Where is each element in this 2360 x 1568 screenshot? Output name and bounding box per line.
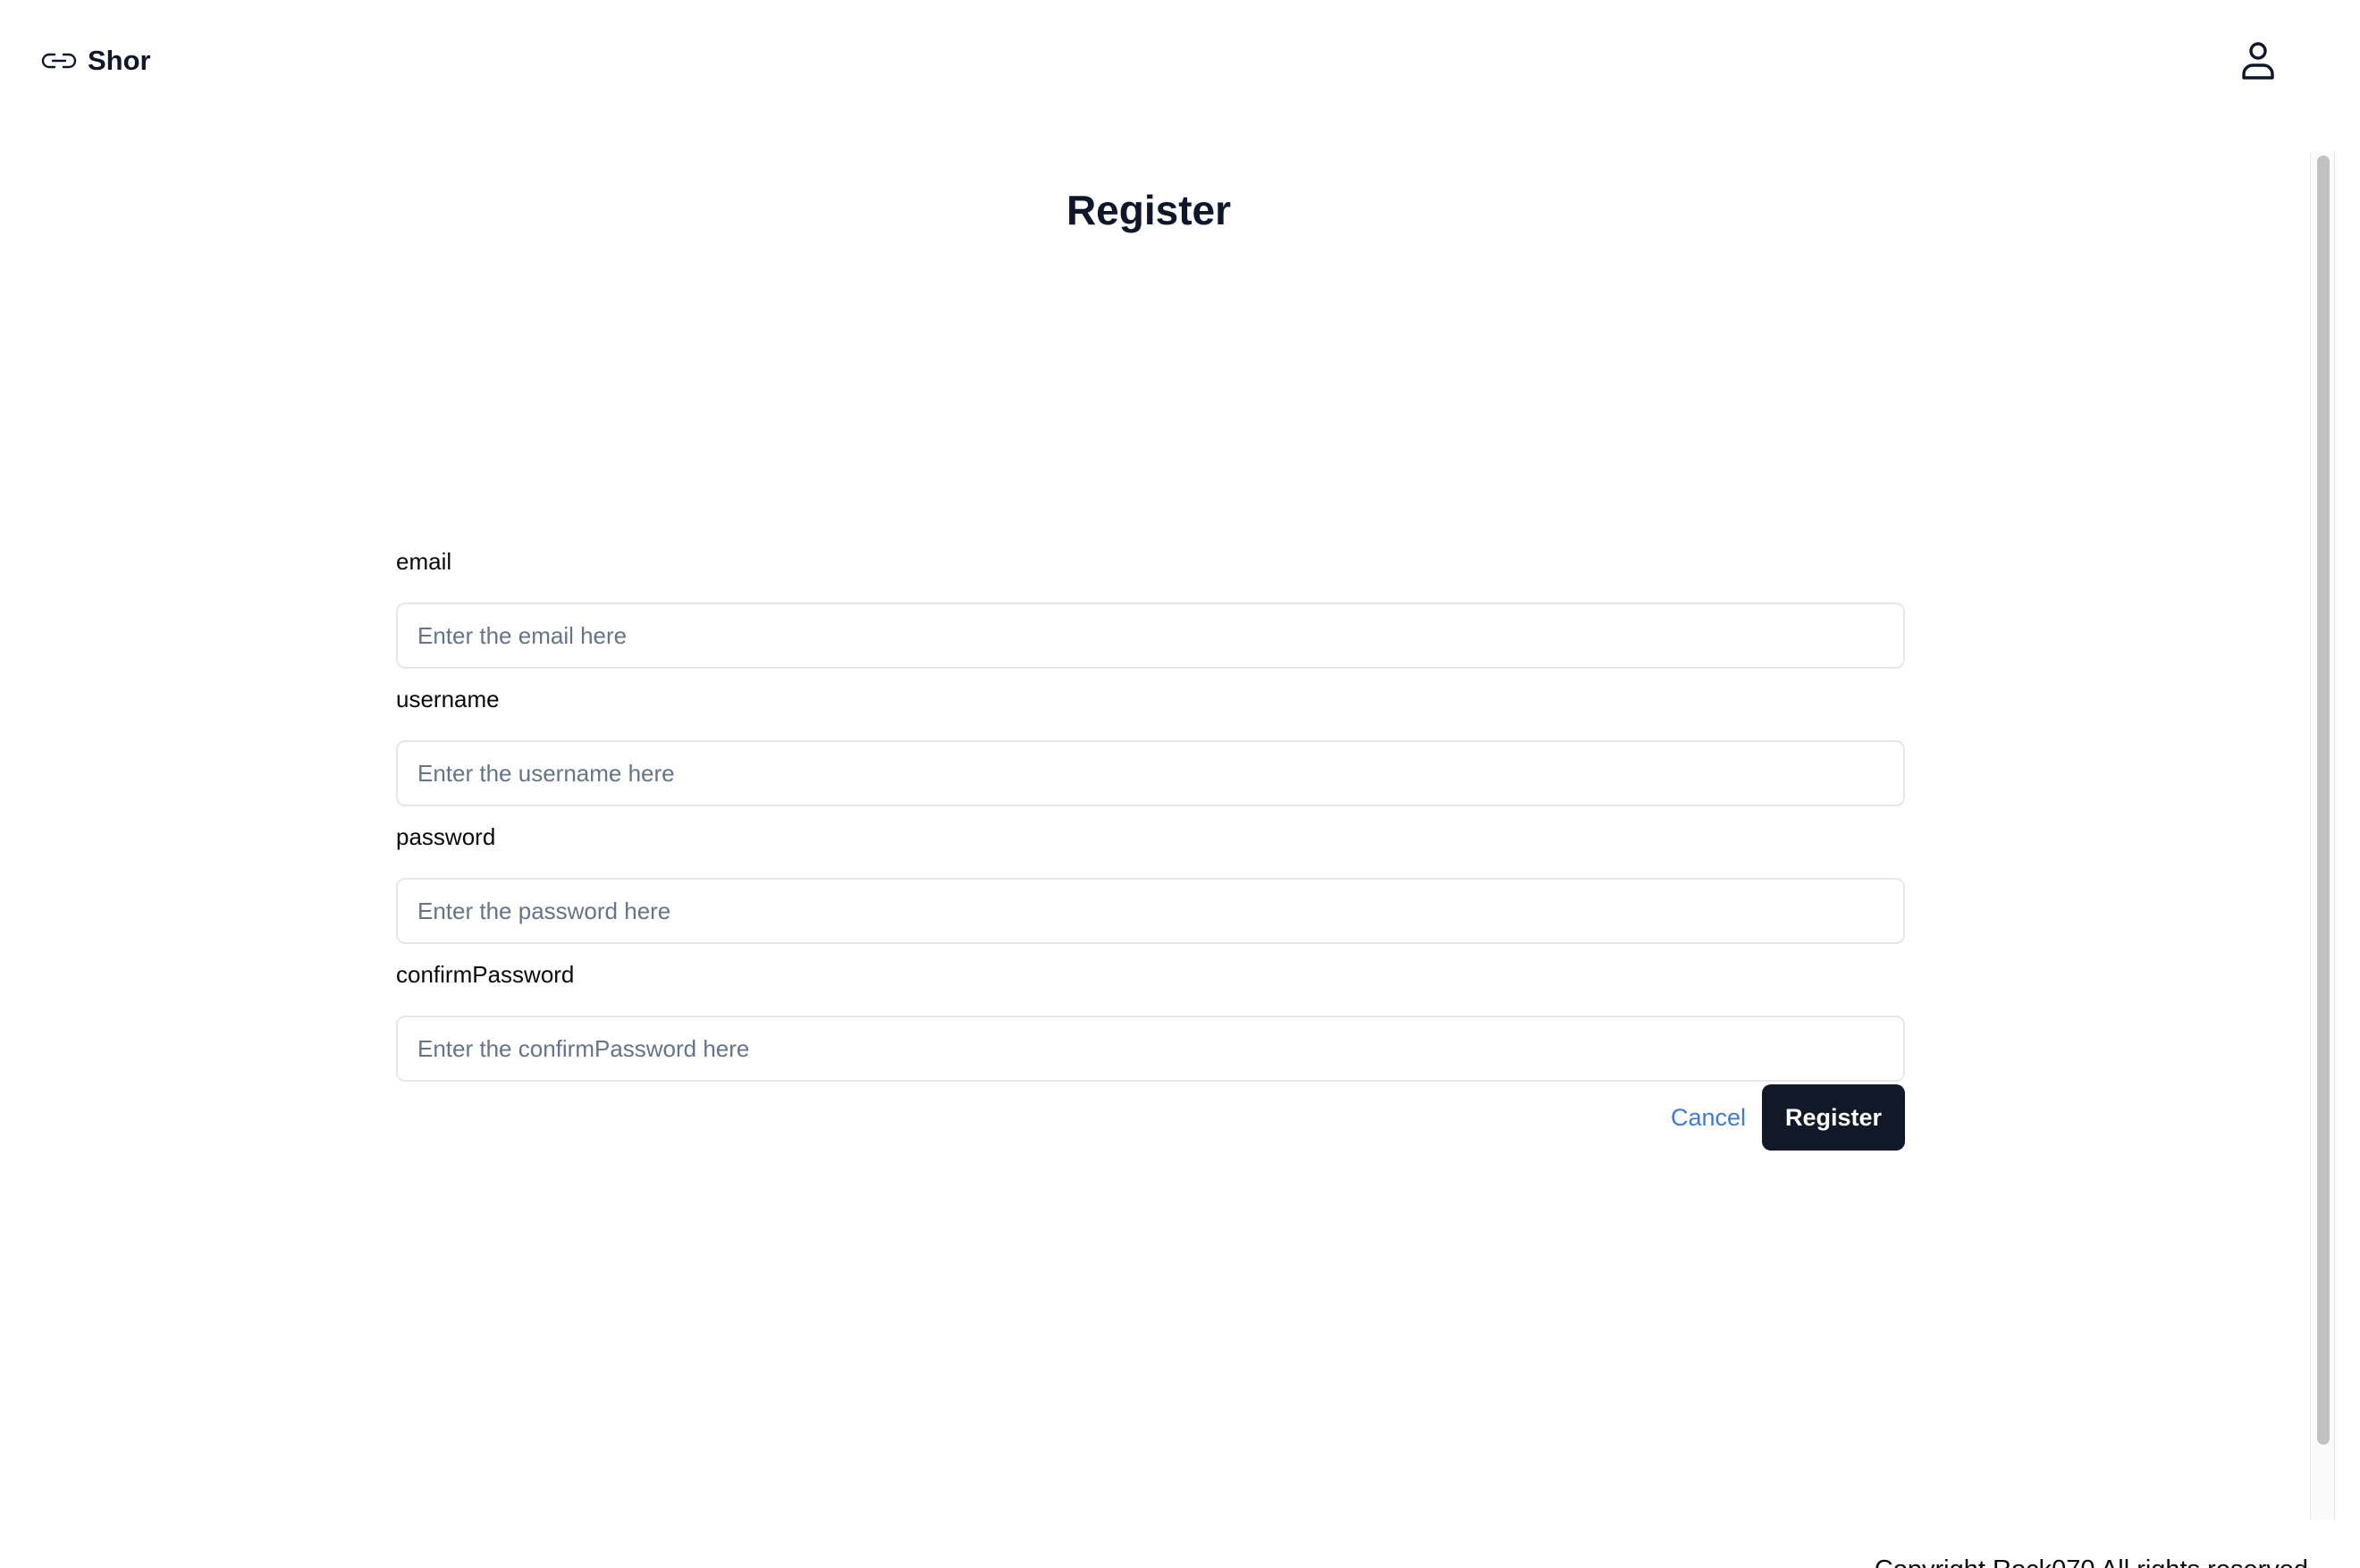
password-label: password: [396, 823, 496, 850]
footer-copyright: Copyright Rock070 All rights reserved: [1875, 1552, 2308, 1568]
confirm-password-label: confirmPassword: [396, 961, 575, 988]
brand-link[interactable]: Shor: [41, 41, 151, 80]
email-label: email: [396, 548, 452, 575]
form-actions: Cancel Register: [396, 1084, 1905, 1151]
password-input[interactable]: [396, 878, 1905, 944]
username-label: username: [396, 686, 500, 712]
scrollbar-thumb[interactable]: [2317, 156, 2330, 1445]
user-icon: [2242, 42, 2274, 80]
user-menu-button[interactable]: [2237, 39, 2280, 82]
page-title: Register: [1066, 187, 1232, 233]
email-field-group: email: [396, 536, 1905, 669]
password-field-group: password: [396, 812, 1905, 944]
register-form: email username password confirmPassword: [396, 548, 1905, 1101]
confirm-password-field-group: confirmPassword: [396, 949, 1905, 1082]
username-field-group: username: [396, 674, 1905, 806]
email-input[interactable]: [396, 603, 1905, 669]
app-header: Shor: [0, 0, 2360, 122]
brand-name: Shor: [88, 45, 151, 76]
confirm-password-input[interactable]: [396, 1016, 1905, 1082]
username-input[interactable]: [396, 740, 1905, 806]
cancel-button[interactable]: Cancel: [1671, 1084, 1746, 1151]
register-button[interactable]: Register: [1762, 1084, 1905, 1151]
scrollbar[interactable]: [2310, 152, 2335, 1520]
link-icon: [41, 53, 77, 69]
